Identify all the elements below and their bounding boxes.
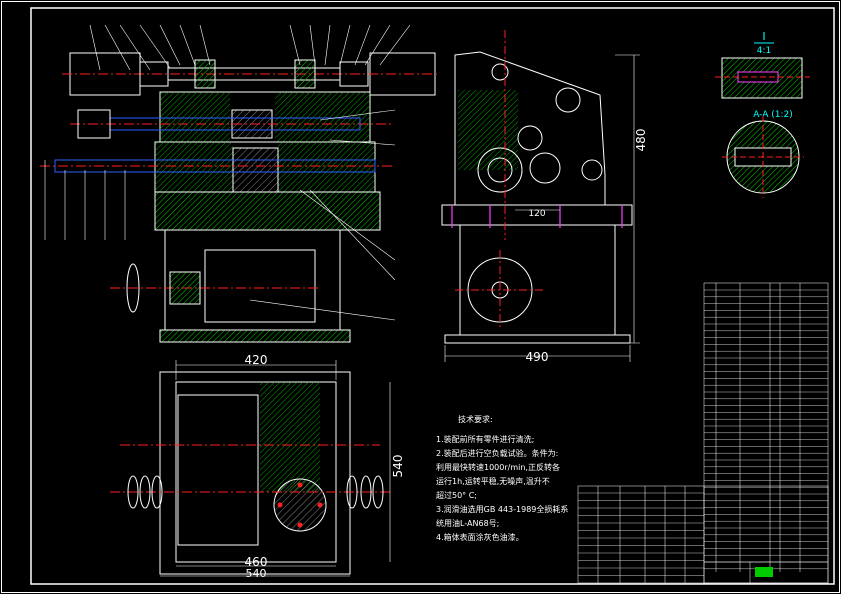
side-foot [444, 334, 631, 344]
detail-views: I 4:1 A-A (1:2) [715, 30, 810, 198]
requirement-line: 4.箱体表面涂灰色油漆。 [436, 533, 524, 542]
lower-gearbox-center-worm [232, 147, 279, 193]
technical-requirements-title: 技术要求: [458, 415, 493, 424]
detail-section-scale: 4:1 [757, 46, 771, 56]
plan-view: 420 540 460 540 [110, 353, 405, 580]
detail-section-roman: I [762, 30, 765, 43]
dim-plan-bottom-outer: 540 [246, 567, 267, 580]
dim-side-height: 480 [634, 129, 648, 152]
dim-side-offset: 120 [528, 209, 545, 219]
upper-gearbox-hatch-right [275, 92, 370, 142]
title-block-logo-mark [755, 567, 773, 577]
upper-gearbox-hatch-left [160, 92, 230, 142]
detail-aa-label: A-A (1:2) [753, 110, 793, 120]
side-view: 480 490 120 [441, 30, 648, 364]
requirement-line: 3.润滑油选用GB 443-1989全损耗系 [436, 505, 569, 514]
parts-list-rows [704, 289, 828, 569]
gear-small [491, 63, 509, 81]
bottom-motor [204, 249, 316, 323]
top-gear-left [194, 59, 216, 89]
dim-plan-height: 540 [391, 455, 405, 478]
lower-gearbox-hatch-right [278, 142, 375, 192]
gear-right-lower [581, 159, 603, 181]
requirement-line: 运行1h,运转平稳,无噪声,温升不 [436, 477, 550, 486]
front-view [40, 24, 440, 343]
side-frame-hatch [458, 90, 518, 170]
side-stand [459, 224, 616, 336]
dim-side-base-width: 490 [526, 350, 549, 364]
bottom-coupling [169, 271, 201, 305]
foot-plate [159, 329, 351, 343]
plan-box-left [177, 394, 259, 546]
plan-gear-hatch [260, 382, 320, 492]
gear-top [555, 87, 581, 113]
plan-outer-frame [159, 371, 351, 575]
sheet-inner-border [30, 7, 835, 585]
cad-drawing-sheet: 480 490 120 420 540 460 540 I 4:1 A-A (1… [1, 1, 840, 593]
requirement-line: 利用最快转速1000r/min,正反转各 [436, 463, 560, 472]
requirement-line: 2.装配后进行空负载试验。条件为: [436, 449, 559, 458]
requirement-line: 超过50° C; [436, 491, 478, 500]
parts-list-table [703, 282, 829, 584]
right-roller [529, 152, 561, 184]
gear-middle [517, 125, 543, 151]
requirement-line: 1.装配前所有零件进行清洗; [436, 435, 535, 444]
top-gear-right [294, 59, 316, 89]
dim-plan-top-width: 420 [245, 353, 268, 367]
lower-gearbox-hatch-left [155, 142, 233, 192]
requirement-line: 统用油L-AN68号; [436, 519, 500, 528]
